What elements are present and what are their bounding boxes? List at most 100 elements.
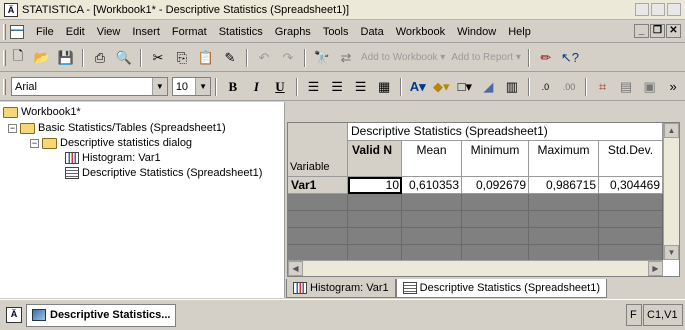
row-header-var1[interactable]: Var1 [288,177,348,194]
fill-color-icon[interactable]: ◆▾ [430,77,452,97]
column-header-minimum[interactable]: Minimum [462,141,529,177]
menu-statistics[interactable]: Statistics [213,24,269,40]
statistica-app-icon[interactable]: Ä [4,2,18,17]
print-preview-icon[interactable]: 🔍 [113,48,135,68]
menu-graphs[interactable]: Graphs [269,24,317,40]
toolbar-grip[interactable] [3,49,6,66]
replace-icon[interactable]: ⇄ [335,48,357,68]
cell-mean[interactable]: 0,610353 [402,177,462,194]
empty-cell[interactable] [402,194,462,211]
copy-icon[interactable]: ⎘ [171,48,193,68]
menu-data[interactable]: Data [355,24,390,40]
chevron-down-icon[interactable]: ▼ [195,78,211,95]
tab-histogram[interactable]: Histogram: Var1 [286,279,396,298]
empty-cell[interactable] [462,245,529,260]
empty-cell[interactable] [529,211,599,228]
menu-insert[interactable]: Insert [126,24,166,40]
tree-node-workbook[interactable]: Workbook1* [3,105,81,119]
redo-icon[interactable]: ↷ [277,48,299,68]
scroll-left-icon[interactable]: ◀ [288,261,303,276]
new-file-icon[interactable]: 🗋 [7,48,29,68]
tab-descriptive-statistics[interactable]: Descriptive Statistics (Spreadsheet1) [395,279,608,298]
merge-icon[interactable]: ▦ [373,77,395,97]
menu-view[interactable]: View [91,24,127,40]
align-center-icon[interactable]: ☰ [326,77,348,97]
cell-maximum[interactable]: 0,986715 [529,177,599,194]
image-icon[interactable]: ▣ [639,77,661,97]
scroll-up-icon[interactable]: ▲ [664,123,679,138]
cell-valid-n[interactable]: 10 [348,177,402,194]
find-icon[interactable]: 🔭 [311,48,333,68]
bold-icon[interactable]: B [222,77,244,97]
align-right-icon[interactable]: ☰ [350,77,372,97]
empty-cell[interactable] [288,194,348,211]
empty-cell[interactable] [462,211,529,228]
column-header-maximum[interactable]: Maximum [529,141,599,177]
minimize-button[interactable] [635,3,649,16]
empty-cell[interactable] [529,194,599,211]
menu-tools[interactable]: Tools [317,24,355,40]
empty-cell[interactable] [462,194,529,211]
doc-restore-button[interactable]: ❐ [650,24,665,38]
font-name-select[interactable]: Arial ▼ [10,77,168,96]
add-to-workbook-button[interactable]: Add to Workbook ▾ [358,52,448,63]
menu-workbook[interactable]: Workbook [390,24,451,40]
align-left-icon[interactable]: ☰ [303,77,325,97]
paste-icon[interactable]: 📋 [195,48,217,68]
document-icon[interactable] [10,24,24,39]
undo-icon[interactable]: ↶ [253,48,275,68]
italic-icon[interactable]: I [246,77,268,97]
open-folder-icon[interactable]: 📂 [31,48,53,68]
scroll-down-icon[interactable]: ▼ [664,245,679,260]
empty-cell[interactable] [599,211,663,228]
cut-icon[interactable]: ✂ [147,48,169,68]
column-header-valid-n[interactable]: Valid N [348,141,402,177]
tree-node-spreadsheet[interactable]: Descriptive Statistics (Spreadsheet1) [65,166,262,180]
menu-help[interactable]: Help [502,24,537,40]
add-to-report-button[interactable]: Add to Report ▾ [448,52,524,63]
grid-icon[interactable]: ▥ [501,77,523,97]
column-header-std-dev[interactable]: Std.Dev. [599,141,663,177]
empty-cell[interactable] [288,245,348,260]
empty-cell[interactable] [402,245,462,260]
insert-table-icon[interactable]: ⌗ [592,77,614,97]
close-button[interactable] [667,3,681,16]
chevron-down-icon[interactable]: ▼ [151,78,167,95]
menu-file[interactable]: File [30,24,60,40]
cell-std-dev[interactable]: 0,304469 [599,177,663,194]
cell-minimum[interactable]: 0,092679 [462,177,529,194]
horizontal-scrollbar[interactable]: ◀ ▶ [288,260,663,276]
increase-decimal-icon[interactable]: .0 [535,77,557,97]
empty-cell[interactable] [599,194,663,211]
edit-icon[interactable]: ✏ [535,48,557,68]
decrease-decimal-icon[interactable]: .00 [558,77,580,97]
help-pointer-icon[interactable]: ↖? [559,48,581,68]
empty-cell[interactable] [348,194,402,211]
empty-cell[interactable] [348,211,402,228]
task-descriptive-statistics[interactable]: Descriptive Statistics... [26,303,177,327]
toolbar-overflow-icon[interactable]: » [662,77,684,97]
collapse-icon[interactable]: − [30,138,39,148]
toolbar-grip[interactable] [3,78,6,95]
font-color-icon[interactable]: A▾ [407,77,429,97]
vertical-scrollbar[interactable]: ▲ ▼ [663,123,679,260]
save-icon[interactable]: 💾 [55,48,77,68]
toolbar-grip[interactable] [3,23,6,40]
menu-edit[interactable]: Edit [60,24,91,40]
print-icon[interactable]: ⎙ [89,48,111,68]
column-header-mean[interactable]: Mean [402,141,462,177]
empty-cell[interactable] [348,228,402,245]
empty-cell[interactable] [599,228,663,245]
empty-cell[interactable] [348,245,402,260]
empty-cell[interactable] [529,228,599,245]
tree-node-descriptive-dialog[interactable]: − Descriptive statistics dialog [30,136,192,150]
empty-cell[interactable] [288,211,348,228]
doc-minimize-button[interactable]: _ [634,24,649,38]
marker-icon[interactable]: ◢ [478,77,500,97]
empty-cell[interactable] [288,228,348,245]
empty-cell[interactable] [402,228,462,245]
tree-node-histogram[interactable]: Histogram: Var1 [65,151,161,165]
scroll-right-icon[interactable]: ▶ [648,261,663,276]
empty-cell[interactable] [402,211,462,228]
underline-icon[interactable]: U [269,77,291,97]
